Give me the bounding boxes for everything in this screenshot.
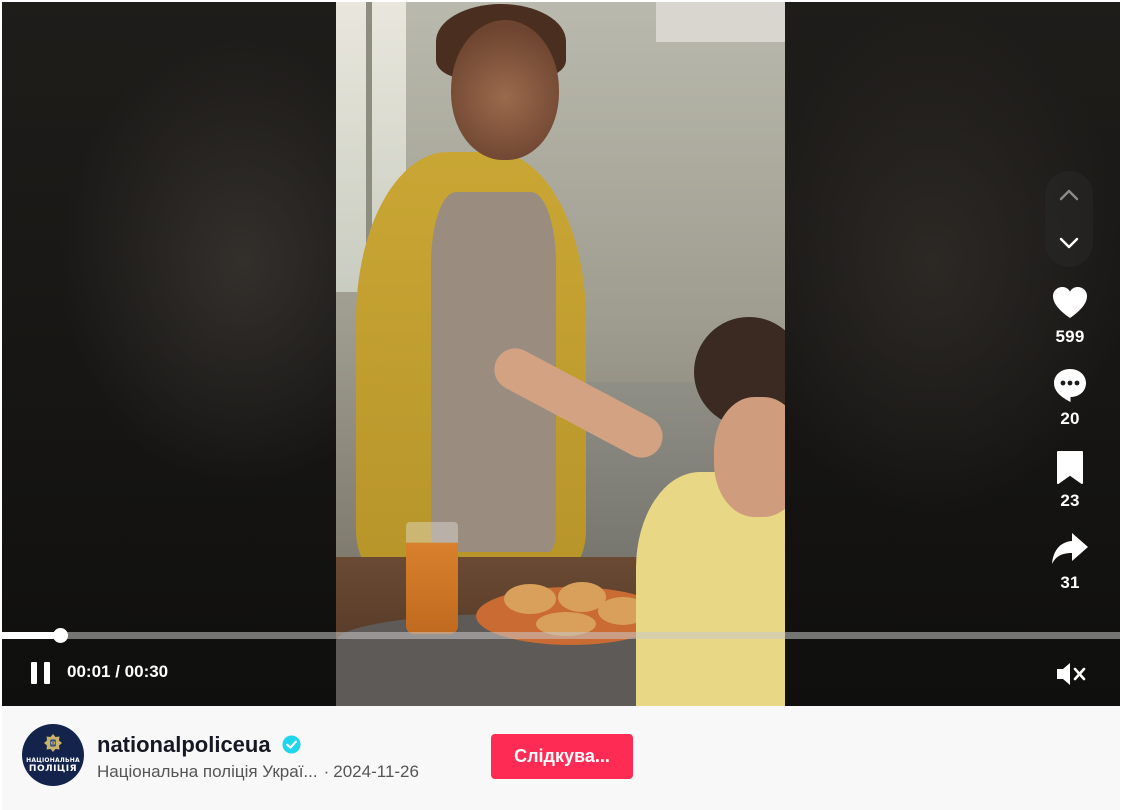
mute-button[interactable] xyxy=(1054,660,1086,688)
previous-video-button[interactable] xyxy=(1045,171,1093,219)
progress-thumb[interactable] xyxy=(53,628,68,643)
follow-button[interactable]: Слідкува... xyxy=(491,734,633,779)
like-count: 599 xyxy=(1055,327,1085,346)
author-avatar[interactable]: НАЦІОНАЛЬНА ПОЛІЦІЯ xyxy=(22,724,84,786)
progress-bar[interactable] xyxy=(2,628,1120,643)
mute-icon xyxy=(1057,663,1086,685)
post-date: 2024-11-26 xyxy=(333,762,419,781)
author-subtitle: Національна поліція Украї... · 2024-11-26 xyxy=(97,762,419,782)
author-username[interactable]: nationalpoliceua xyxy=(97,732,271,758)
like-action: 599 xyxy=(1040,283,1100,347)
pancake xyxy=(504,584,556,614)
save-action: 23 xyxy=(1040,447,1100,511)
video-navigation xyxy=(1045,171,1093,267)
comment-count: 20 xyxy=(1060,409,1080,428)
verified-badge-icon xyxy=(282,735,301,754)
save-count: 23 xyxy=(1060,491,1080,510)
progress-fill xyxy=(2,632,60,639)
next-video-button[interactable] xyxy=(1045,219,1093,267)
author-bar: НАЦІОНАЛЬНА ПОЛІЦІЯ nationalpoliceua Нац… xyxy=(2,706,1120,810)
range-hood xyxy=(656,2,785,42)
total-duration: 00:30 xyxy=(124,662,169,681)
kitchen-scene xyxy=(336,2,785,706)
avatar-logo-text-bottom: ПОЛІЦІЯ xyxy=(28,764,78,774)
share-icon[interactable] xyxy=(1050,529,1090,569)
video-player[interactable] xyxy=(2,2,1120,706)
share-action: 31 xyxy=(1040,529,1100,593)
bookmark-icon[interactable] xyxy=(1050,447,1090,487)
woman-face xyxy=(451,20,559,160)
police-badge-icon xyxy=(44,734,62,752)
chevron-up-icon xyxy=(1059,189,1079,201)
elapsed-time: 00:01 xyxy=(67,662,111,681)
author-display-name: Національна поліція Украї... xyxy=(97,762,318,781)
comment-icon[interactable] xyxy=(1050,365,1090,405)
time-display: 00:01 / 00:30 xyxy=(67,662,169,681)
video-page: 599 20 23 31 00:01 / 00:30 НАЦІОНАЛЬНА П… xyxy=(0,0,1125,810)
pause-icon xyxy=(31,662,50,684)
boy-face xyxy=(714,397,785,517)
video-frame[interactable] xyxy=(336,2,785,706)
pause-button[interactable] xyxy=(28,659,54,687)
comment-action: 20 xyxy=(1040,365,1100,429)
share-count: 31 xyxy=(1060,573,1080,592)
juice-glass xyxy=(406,522,458,634)
chevron-down-icon xyxy=(1059,237,1079,249)
separator-dot: · xyxy=(323,762,330,781)
heart-icon[interactable] xyxy=(1050,283,1090,323)
